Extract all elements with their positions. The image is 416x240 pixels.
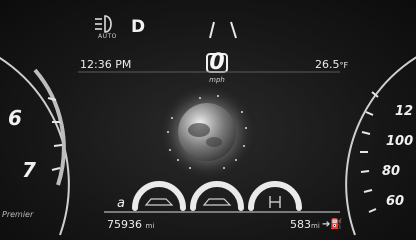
- drive-mode-label: a: [117, 196, 125, 211]
- gear-pattern-icon: [269, 196, 281, 208]
- globe-icon: [178, 103, 236, 161]
- eco-gauge-3: [248, 181, 302, 211]
- lane-marker-right: [230, 21, 237, 39]
- tach-label-7: 7: [22, 158, 36, 182]
- gear-indicator: D: [131, 17, 146, 37]
- temperature-unit: °F: [339, 61, 349, 70]
- car-icon-2: [202, 198, 232, 206]
- odometer: 75936 mi: [107, 218, 154, 231]
- clock: 12:36 PM: [80, 58, 132, 71]
- left-gauge-rim: [0, 56, 70, 236]
- car-icon-1: [144, 198, 174, 206]
- auto-headlight-label: AUTO: [98, 33, 117, 40]
- speed-value: 0: [209, 50, 225, 75]
- temperature-value: 26.5: [315, 58, 340, 71]
- speedo-label-100: 100: [386, 134, 414, 149]
- speedo-label-60: 60: [386, 194, 405, 209]
- speed-unit: mph: [209, 76, 225, 84]
- odometer-unit: mi: [145, 222, 155, 230]
- odometer-value: 75936: [107, 218, 142, 231]
- speedo-label-80: 80: [382, 164, 401, 179]
- tach-label-6: 6: [8, 106, 22, 130]
- outside-temperature: 26.5°F: [315, 58, 348, 71]
- fuel-pump-icon: ➔⛽: [322, 219, 343, 230]
- instrument-cluster: AUTO D 12:36 PM 26.5°F 0 mph 6 7 12 100 …: [0, 0, 416, 240]
- speedo-label-12: 12: [395, 104, 414, 119]
- fuel-range: 583mi: [290, 218, 320, 231]
- range-value: 583: [290, 218, 311, 231]
- right-gauge-ticks: [360, 91, 379, 213]
- range-unit: mi: [311, 222, 320, 230]
- lane-marker-left: [209, 21, 215, 39]
- brand-script: Premier: [2, 210, 34, 219]
